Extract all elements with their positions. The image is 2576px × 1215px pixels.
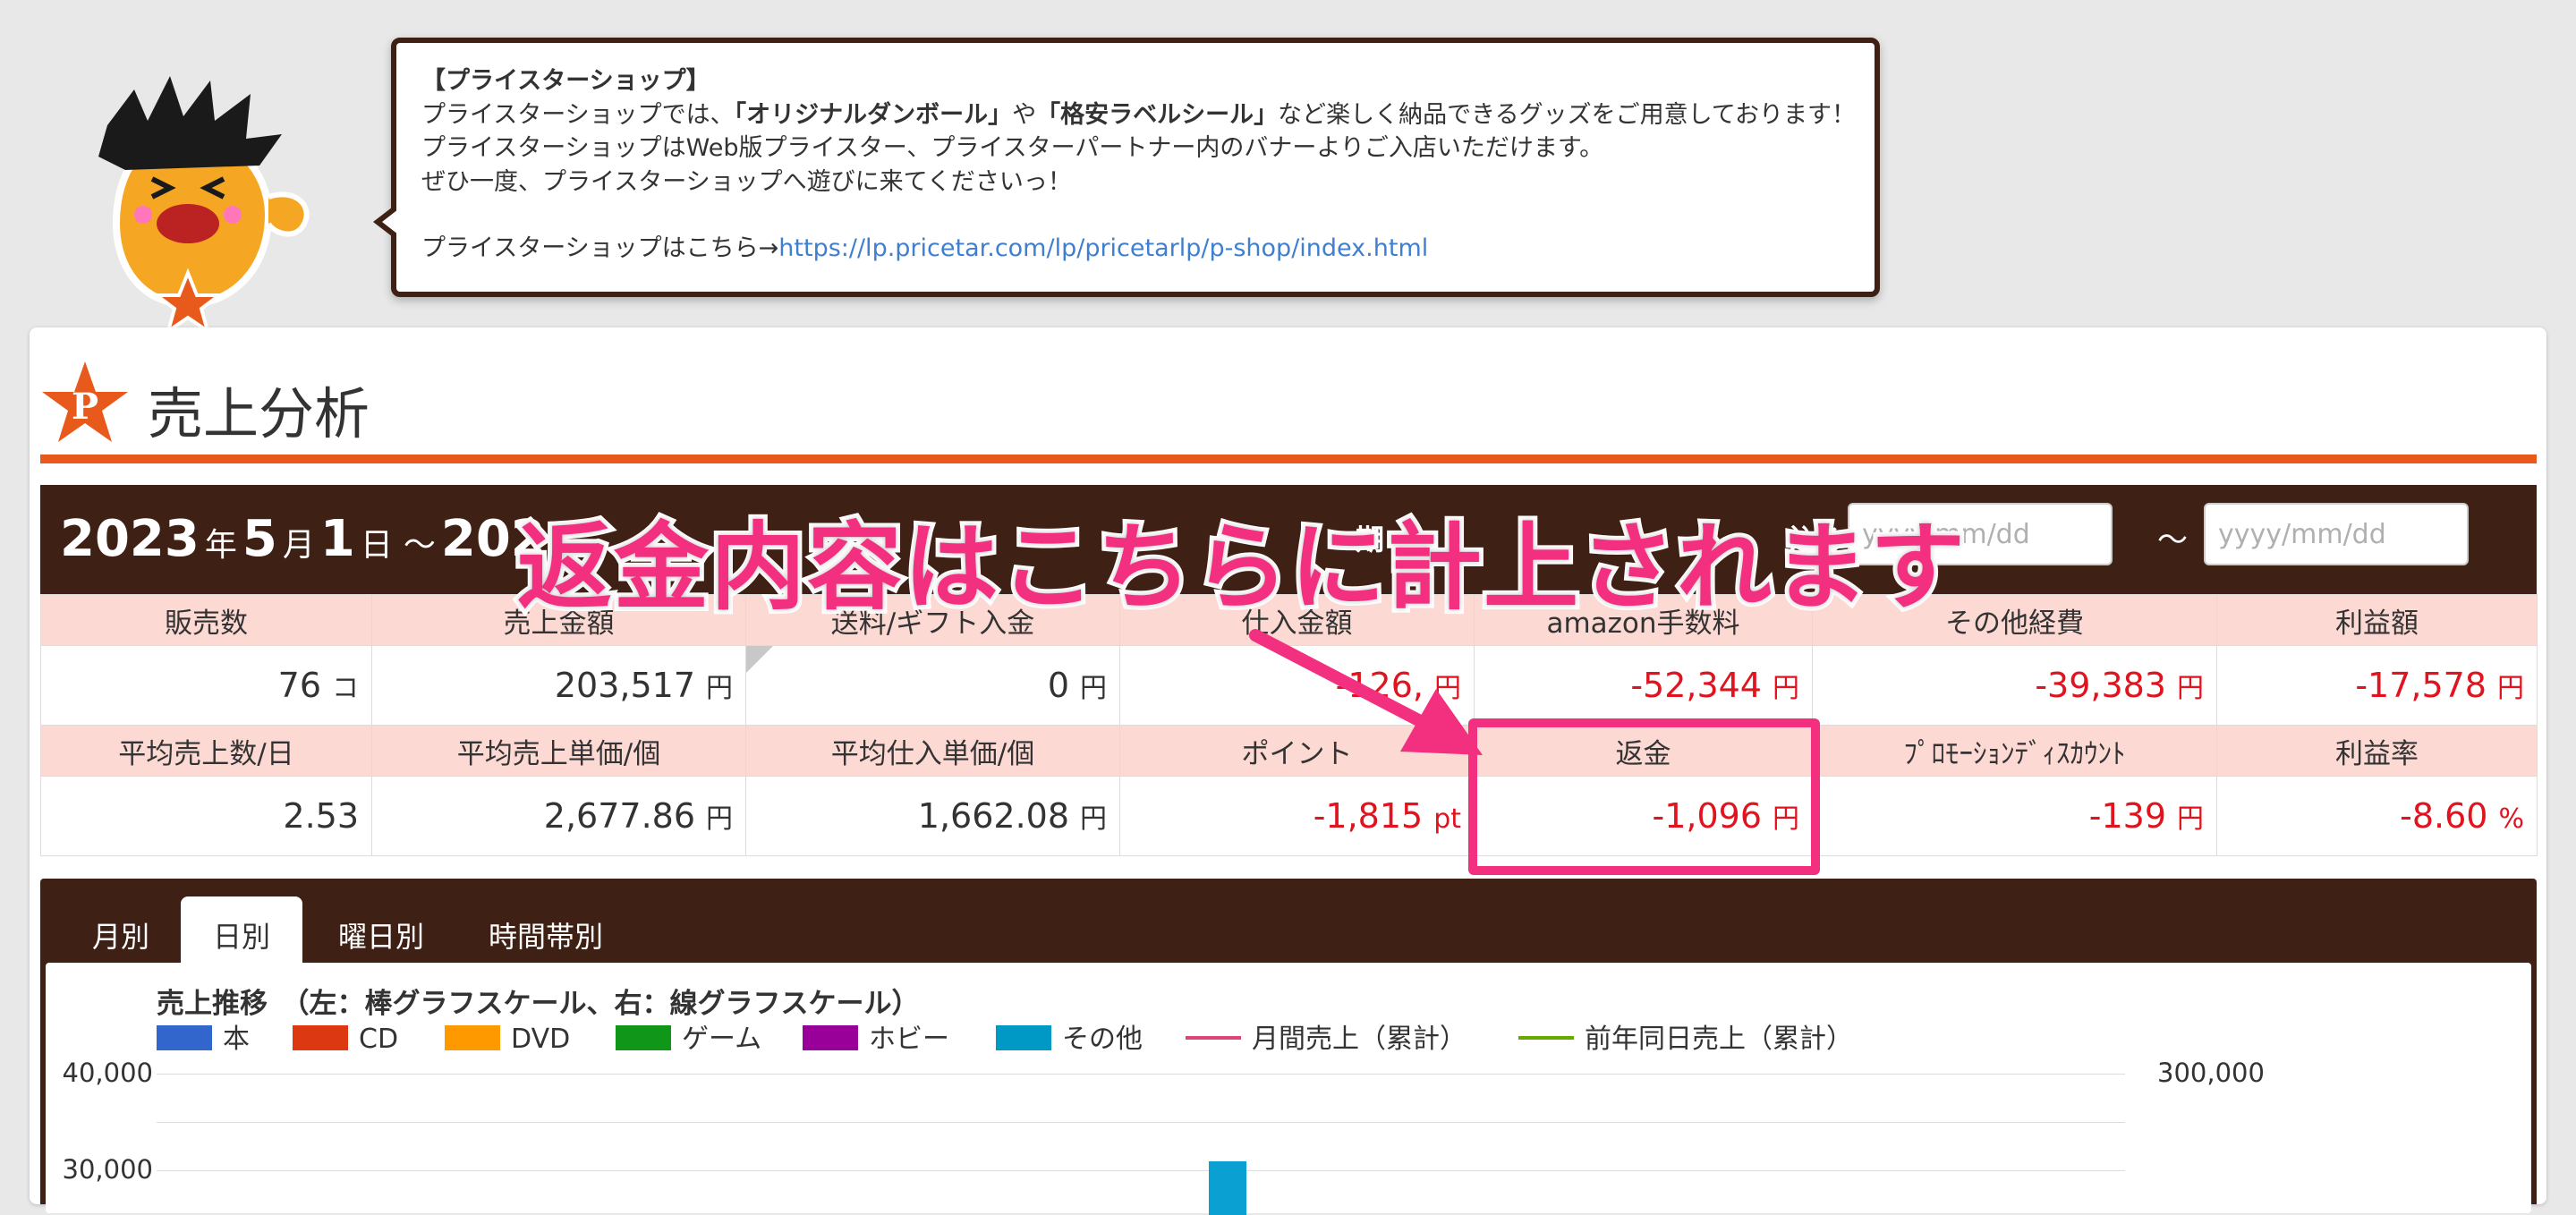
- stat-unit: 円: [2497, 673, 2524, 704]
- cell-corner-marker: [746, 646, 773, 673]
- notice-line-1: プライスターショップでは、「オリジナルダンボール」や「格安ラベルシール」など楽し…: [421, 100, 1856, 129]
- stat-unit: 円: [2177, 803, 2204, 835]
- stat-unit: 円: [1080, 803, 1107, 835]
- row2-value-5: -139 円: [1812, 776, 2217, 856]
- shop-link[interactable]: https://lp.pricetar.com/lp/pricetarlp/p-…: [778, 234, 1428, 262]
- sales-chart: 売上推移 （左：棒グラフスケール、右：線グラフスケール） 本 CD DVD ゲーム ホビ…: [46, 963, 2531, 1215]
- row1-value-6: -17,578 円: [2216, 645, 2538, 726]
- legend-item-4[interactable]: ホビー: [803, 1022, 949, 1058]
- legend-label: CD: [359, 1024, 399, 1055]
- chart-title: 売上推移 （左：棒グラフスケール、右：線グラフスケール）: [157, 988, 920, 1020]
- row1-value-1: 203,517 円: [371, 645, 746, 726]
- date-separator: ～: [2157, 523, 2188, 558]
- notice-link-line: プライスターショップはこちら→https://lp.pricetar.com/l…: [421, 234, 1429, 262]
- stat-value: -17,578: [2355, 666, 2487, 705]
- row2-header-5: ﾌﾟﾛﾓｰｼｮﾝﾃﾞｨｽｶｳﾝﾄ: [1812, 725, 2217, 777]
- legend-label: その他: [1062, 1024, 1143, 1055]
- row1-value-0: 76 コ: [40, 645, 372, 726]
- legend-swatch: [803, 1024, 858, 1050]
- row1-value-5: -39,383 円: [1812, 645, 2217, 726]
- stat-unit: 円: [706, 803, 733, 835]
- stat-unit: 円: [1773, 673, 1799, 704]
- date-range-display: 2023 年 5 月 1 日～ 202: [60, 510, 546, 568]
- row2-header-0: 平均売上数/日: [40, 725, 372, 777]
- legend-item-5[interactable]: その他: [996, 1022, 1143, 1058]
- stat-value: -52,344: [1630, 666, 1762, 705]
- y-right-tick-300000: 300,000: [2157, 1058, 2265, 1088]
- stat-unit: 円: [2177, 673, 2204, 704]
- stat-value: 203,517: [554, 666, 695, 705]
- shop-notice-bubble: 【プライスターショップ】 プライスターショップでは、「オリジナルダンボール」や「…: [373, 38, 1880, 297]
- legend-label: ゲーム: [682, 1024, 762, 1055]
- stat-unit: 円: [1080, 673, 1107, 704]
- stat-value: 76: [277, 666, 321, 705]
- refund-highlight-box: [1468, 718, 1820, 875]
- annotation-arrow-icon: [1249, 629, 1483, 755]
- legend-item-3[interactable]: ゲーム: [616, 1022, 761, 1058]
- page-title-row: P 売上分析: [40, 360, 2537, 446]
- y-left-tick-30000: 30,000: [62, 1154, 153, 1185]
- legend-label: 前年同日売上（累計）: [1585, 1024, 1853, 1055]
- stat-value: -39,383: [2035, 666, 2166, 705]
- notice-line-3: ぜひ一度、プライスターショップへ遊びに来てくださいっ！: [421, 167, 1072, 196]
- row1-value-2: 0円: [745, 645, 1120, 726]
- row1-value-4: -52,344 円: [1474, 645, 1813, 726]
- mascot-character-image: [98, 76, 310, 331]
- legend-swatch: [1518, 1035, 1574, 1040]
- stat-value: 0: [1047, 666, 1069, 705]
- notice-heading: 【プライスターショップ】: [421, 67, 710, 95]
- row2-value-2: 1,662.08 円: [745, 776, 1120, 856]
- legend-swatch: [616, 1024, 671, 1050]
- legend-item-6[interactable]: 月間売上（累計）: [1186, 1022, 1467, 1058]
- legend-label: 本: [223, 1024, 250, 1055]
- row1-header-6: 利益額: [2216, 594, 2538, 646]
- stat-unit: pt: [1433, 803, 1461, 835]
- legend-swatch: [1186, 1035, 1241, 1040]
- legend-item-0[interactable]: 本: [157, 1022, 250, 1058]
- legend-label: 月間売上（累計）: [1252, 1024, 1467, 1055]
- legend-swatch: [157, 1024, 212, 1050]
- row2-value-0: 2.53: [40, 776, 372, 856]
- legend-swatch: [445, 1024, 500, 1050]
- legend-label: ホビー: [869, 1024, 949, 1055]
- gridline-top: [157, 1074, 2125, 1075]
- stat-value: 1,662.08: [917, 796, 1069, 836]
- row2-value-6: -8.60%: [2216, 776, 2538, 856]
- stat-unit: コ: [332, 673, 359, 704]
- title-divider: [40, 455, 2537, 463]
- legend-swatch: [996, 1024, 1051, 1050]
- row1-header-0: 販売数: [40, 594, 372, 646]
- legend-item-2[interactable]: DVD: [445, 1022, 570, 1058]
- notice-line-2: プライスターショップはWeb版プライスター、プライスターパートナー内のバナーより…: [421, 134, 1604, 162]
- gridline-mid: [157, 1122, 2125, 1123]
- page-title: 売上分析: [148, 381, 370, 446]
- legend-swatch: [293, 1024, 348, 1050]
- row2-header-1: 平均売上単価/個: [371, 725, 746, 777]
- stat-unit: 円: [706, 673, 733, 704]
- star-logo-icon: P: [42, 361, 128, 442]
- sales-analysis-panel: P 売上分析 2023年5月1日～202 期 込み ～ 販売数売上金額送料/ギフ…: [30, 327, 2546, 1215]
- row2-value-1: 2,677.86 円: [371, 776, 746, 856]
- row2-header-2: 平均仕入単価/個: [745, 725, 1120, 777]
- stat-value: -8.60: [2400, 796, 2488, 836]
- chart-tab-bar: 月別 日別 曜日別 時間帯別 売上推移 （左：棒グラフスケール、右：線グラフスケ…: [40, 879, 2537, 1215]
- stat-value: -139: [2088, 796, 2166, 836]
- annotation-text: 返金内容はこちらに計上されます: [513, 508, 1969, 627]
- gridline-30000: [157, 1170, 2125, 1171]
- legend-label: DVD: [511, 1024, 571, 1055]
- y-left-tick-40000: 40,000: [62, 1058, 153, 1088]
- star-logo-letter: P: [72, 386, 98, 428]
- end-date-input[interactable]: [2204, 503, 2469, 565]
- stat-unit: %: [2498, 803, 2524, 835]
- chart-bar: [1209, 1161, 1246, 1215]
- row2-header-6: 利益率: [2216, 725, 2538, 777]
- legend-item-1[interactable]: CD: [293, 1022, 398, 1058]
- stat-value: 2.53: [283, 796, 359, 836]
- stat-value: -1,815: [1313, 796, 1424, 836]
- legend-item-7[interactable]: 前年同日売上（累計）: [1518, 1022, 1853, 1058]
- stats-value-row-2: 2.53 2,677.86 円 1,662.08 円 -1,815 pt -1,096 円 -13…: [40, 776, 2538, 856]
- row2-value-3: -1,815 pt: [1119, 776, 1475, 856]
- stat-value: 2,677.86: [543, 796, 695, 836]
